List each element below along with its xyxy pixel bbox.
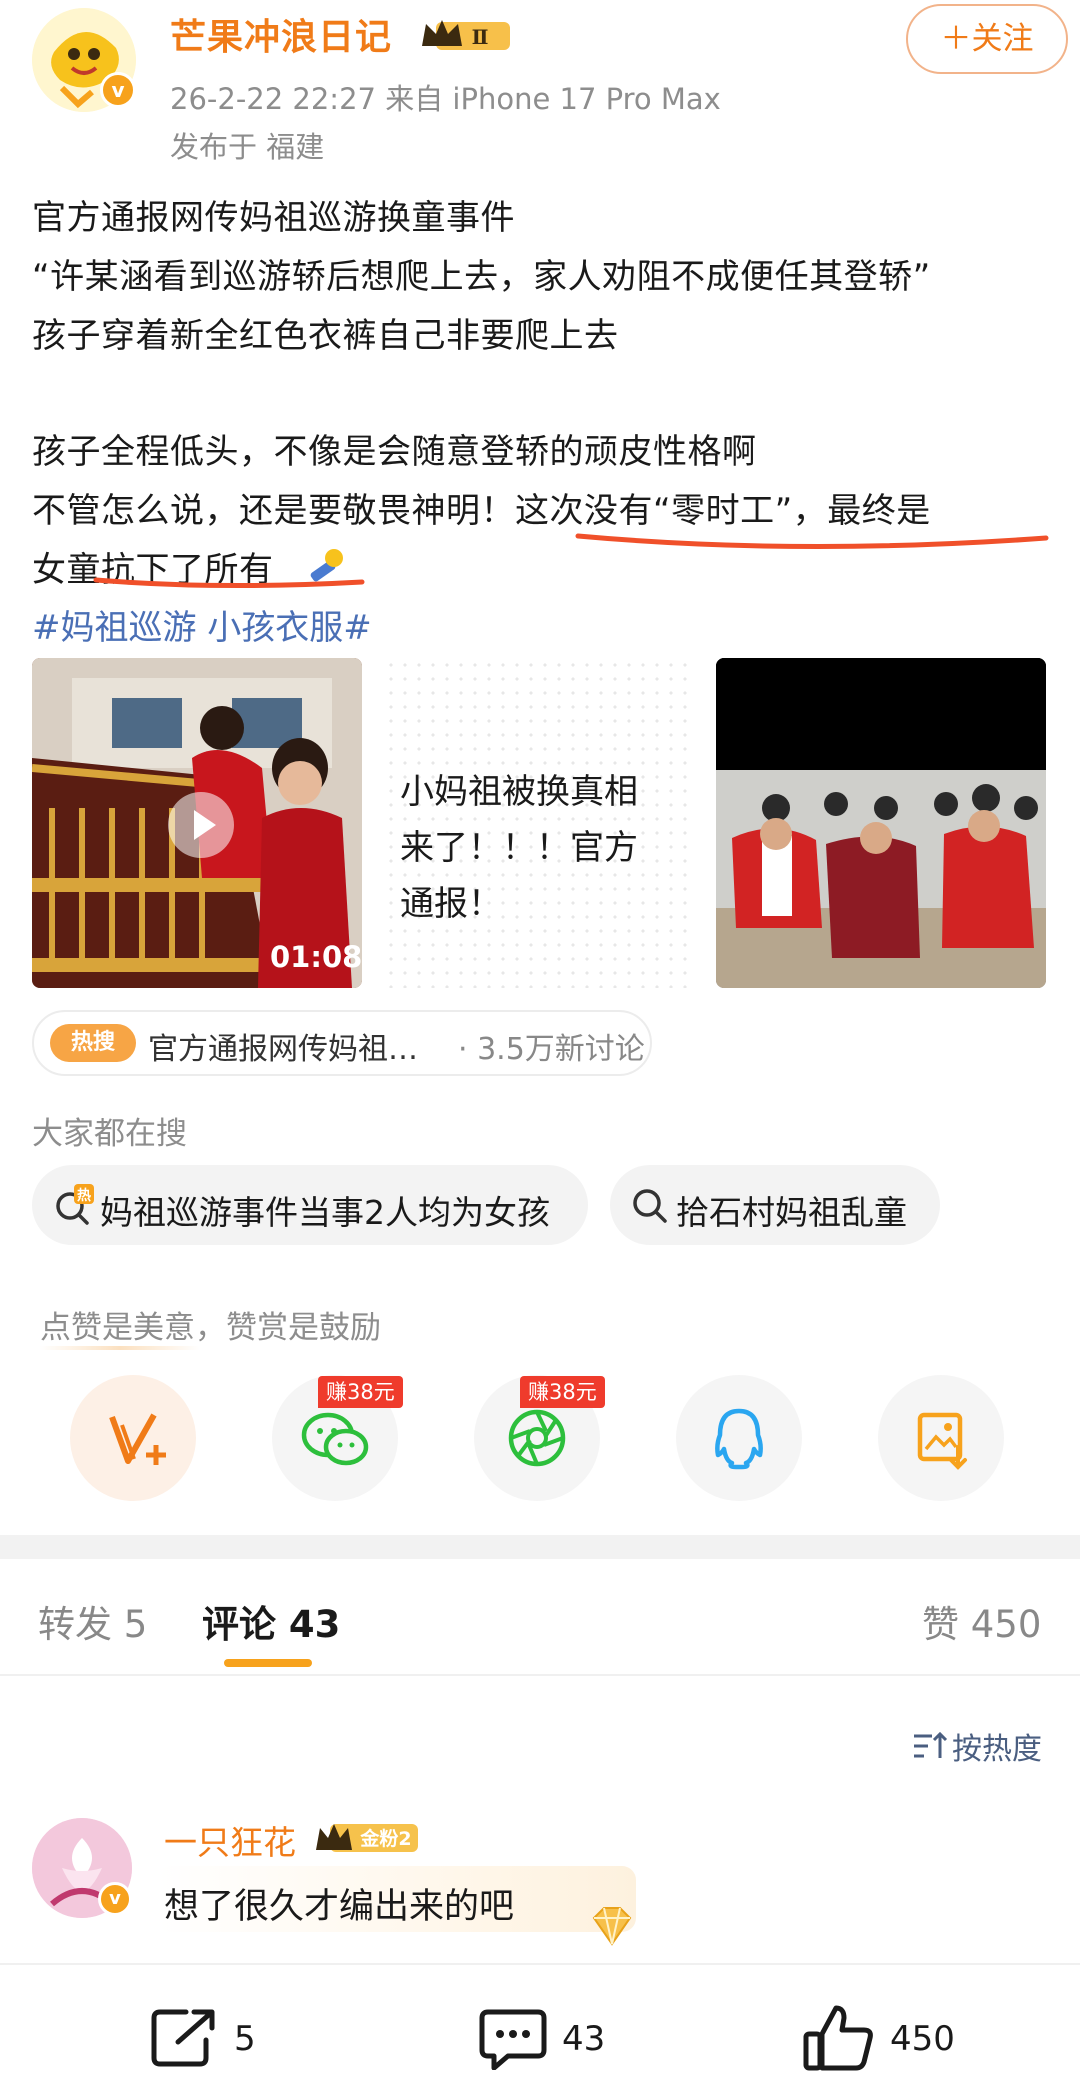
save-image-icon: [917, 1412, 967, 1470]
repost-icon[interactable]: [150, 2006, 220, 2068]
earn-tag: 赚38元: [520, 1376, 605, 1408]
hot-search-tag: 热搜: [50, 1024, 136, 1062]
comment-icon[interactable]: [478, 2008, 548, 2071]
like-count: 450: [890, 2019, 955, 2059]
tab-divider: [0, 1674, 1080, 1676]
hashtag-link[interactable]: #妈祖巡游 小孩衣服#: [32, 600, 372, 649]
reward-button[interactable]: [70, 1375, 196, 1501]
verified-icon: v: [98, 1882, 132, 1916]
post-text-line: 官方通报网传妈祖巡游换童事件: [32, 198, 515, 238]
tab-repost[interactable]: 转发 5: [38, 1594, 147, 1648]
crown-icon: Ⅱ: [418, 16, 514, 56]
tab-likes[interactable]: 赞 450: [922, 1594, 1041, 1648]
tab-likes-label: 赞: [922, 1603, 959, 1646]
comment-count: 43: [562, 2019, 606, 2059]
tab-comments-count: 43: [288, 1603, 341, 1646]
related-search-label: 大家都在搜: [32, 1116, 187, 1152]
section-divider: [0, 1535, 1080, 1559]
repost-count: 5: [234, 2019, 256, 2059]
post-text-line: 孩子全程低头，不像是会随意登轿的顽皮性格啊: [32, 432, 757, 472]
like-icon[interactable]: [802, 2004, 874, 2072]
diamond-icon: [582, 1900, 642, 1954]
related-search-text[interactable]: 妈祖巡游事件当事2人均为女孩: [100, 1186, 550, 1234]
post-text-line: “许某涵看到巡游轿后想爬上去，家人劝阻不成便任其登轿”: [32, 257, 931, 297]
verified-icon: v: [100, 72, 136, 108]
tab-repost-count: 5: [123, 1603, 148, 1646]
v-plus-icon: [109, 1413, 166, 1465]
level-badge-text: Ⅱ: [472, 25, 489, 49]
play-icon[interactable]: [168, 792, 234, 858]
video-duration: 01:08: [270, 940, 363, 974]
fan-badge: 金粉2: [314, 1820, 420, 1856]
post-time-source: 26-2-22 22:27 来自 iPhone 17 Pro Max: [170, 82, 721, 116]
post-location: 发布于 福建: [170, 130, 325, 164]
tab-likes-count: 450: [970, 1603, 1042, 1646]
sort-icon: [910, 1728, 950, 1764]
tab-comments-label: 评论: [202, 1603, 276, 1646]
save-image-button[interactable]: [878, 1375, 1004, 1501]
follow-button[interactable]: ＋关注: [906, 4, 1068, 74]
photo-thumbnail[interactable]: [716, 658, 1046, 988]
hot-search-title[interactable]: 官方通报网传妈祖…: [148, 1024, 418, 1068]
tab-repost-label: 转发: [38, 1603, 112, 1646]
author-name[interactable]: 芒果冲浪日记: [170, 8, 392, 60]
hot-chip-badge: 热: [77, 1187, 91, 1204]
reward-pointer-line: [40, 1346, 200, 1350]
tab-comments[interactable]: 评论 43: [202, 1594, 340, 1648]
earn-tag: 赚38元: [318, 1376, 403, 1408]
hot-search-icon: 热: [52, 1184, 94, 1226]
fan-badge-text: 金粉2: [359, 1827, 411, 1850]
comment-text: 想了很久才编出来的吧: [164, 1887, 515, 1927]
reward-label: 点赞是美意，赞赏是鼓励: [40, 1310, 381, 1346]
tab-active-indicator: [224, 1659, 312, 1667]
commenter-name[interactable]: 一只狂花: [164, 1816, 296, 1864]
video-caption[interactable]: 小妈祖被换真相来了！！！官方通报！: [400, 764, 670, 932]
related-search-text[interactable]: 拾石村妈祖乱童: [676, 1186, 907, 1234]
qq-icon: [715, 1408, 763, 1470]
sort-button[interactable]: 按热度: [952, 1724, 1042, 1768]
post-text-line: 不管怎么说，还是要敬畏神明！这次没有“零时工”，最终是: [32, 491, 931, 531]
share-qq-button[interactable]: [676, 1375, 802, 1501]
post-text-line: 孩子穿着新全红色衣裤自己非要爬上去: [32, 316, 619, 356]
hot-search-count: · 3.5万新讨论: [458, 1032, 645, 1067]
post-text-line: 女童抗下了所有: [32, 550, 274, 590]
search-icon: [630, 1186, 670, 1226]
emoji-icon: [306, 546, 346, 586]
